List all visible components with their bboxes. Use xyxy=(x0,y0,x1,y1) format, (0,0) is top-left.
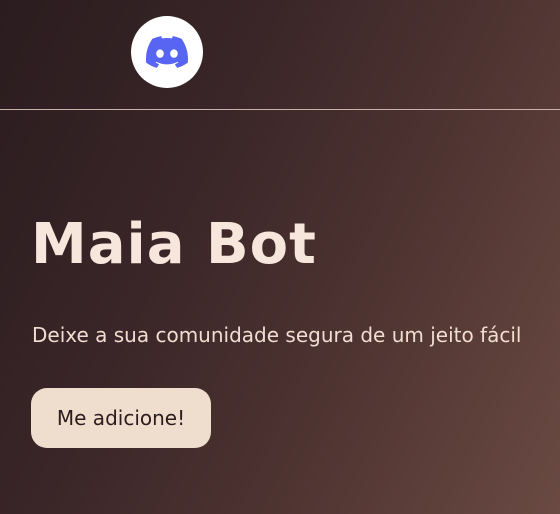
add-bot-button[interactable]: Me adicione! xyxy=(31,388,211,448)
page-subtitle: Deixe a sua comunidade segura de um jeit… xyxy=(32,323,522,347)
site-header xyxy=(0,0,560,110)
page-title: Maia Bot xyxy=(31,212,317,277)
discord-logo-button[interactable] xyxy=(131,16,203,88)
discord-icon xyxy=(146,36,188,68)
